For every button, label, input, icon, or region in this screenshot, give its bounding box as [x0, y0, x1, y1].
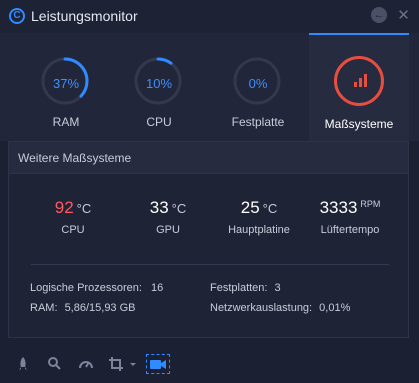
- tab-masssysteme[interactable]: Maßsysteme: [309, 33, 409, 141]
- metric-gpu-temp: 33 °C GPU: [120, 198, 216, 236]
- panel-header: Weitere Maßsysteme: [9, 142, 408, 174]
- processors-label: Logische Prozessoren:: [30, 282, 142, 294]
- tab-masssysteme-label: Maßsysteme: [324, 117, 394, 131]
- speedometer-icon[interactable]: [77, 356, 95, 372]
- tab-ram[interactable]: 37% RAM: [15, 33, 117, 141]
- tab-cpu[interactable]: 10% CPU: [108, 33, 210, 141]
- info-processors: Logische Prozessoren: 16: [30, 282, 163, 294]
- app-logo-icon: C: [9, 8, 25, 24]
- camera-icon[interactable]: [146, 354, 170, 374]
- network-value: 0,01%: [319, 302, 351, 314]
- gpu-temp-value: 33: [149, 198, 169, 217]
- panel-divider: [31, 264, 389, 265]
- disks-value: 3: [274, 282, 281, 294]
- ram-value: 5,86/15,93 GB: [64, 302, 136, 314]
- mainboard-temp-unit: °C: [262, 201, 278, 216]
- bar-chart-icon: [354, 74, 368, 87]
- cpu-temp-value: 92: [54, 198, 74, 217]
- gpu-temp-unit: °C: [171, 201, 187, 216]
- ram-percent: 37%: [52, 76, 80, 91]
- tab-cpu-label: CPU: [146, 115, 172, 129]
- ram-label: RAM:: [30, 302, 58, 314]
- processors-value: 16: [150, 282, 164, 294]
- info-ram: RAM: 5,86/15,93 GB: [30, 302, 136, 314]
- cpu-temp-unit: °C: [76, 201, 92, 216]
- gpu-temp-label: GPU: [156, 224, 180, 236]
- mainboard-temp-label: Hauptplatine: [228, 224, 290, 236]
- tab-bar: 37% RAM 10% CPU 0% Festplatte Maßsysteme: [0, 33, 419, 141]
- fan-speed-unit: RPM: [360, 199, 381, 209]
- search-icon[interactable]: [45, 356, 63, 372]
- fan-speed-value: 3333: [319, 198, 358, 217]
- crop-icon[interactable]: [108, 356, 138, 372]
- panel-title: Weitere Maßsysteme: [18, 151, 132, 165]
- fan-speed-label: Lüftertempo: [320, 224, 380, 236]
- title-bar: C Leistungsmonitor ← ✕: [0, 0, 419, 33]
- back-icon[interactable]: ←: [371, 7, 387, 23]
- window-title: Leistungsmonitor: [31, 8, 138, 24]
- metric-cpu-temp: 92 °C CPU: [25, 198, 121, 236]
- info-network: Netzwerkauslastung: 0,01%: [210, 302, 350, 314]
- mainboard-temp-value: 25: [240, 198, 260, 217]
- disks-label: Festplatten:: [210, 282, 268, 294]
- tab-festplatte-label: Festplatte: [231, 115, 285, 129]
- cpu-percent: 10%: [145, 76, 173, 91]
- close-icon[interactable]: ✕: [395, 7, 412, 24]
- network-label: Netzwerkauslastung:: [210, 302, 313, 314]
- info-disks: Festplatten: 3: [210, 282, 281, 294]
- cpu-temp-label: CPU: [61, 224, 85, 236]
- metric-fan-speed: 3333 RPM Lüftertempo: [299, 198, 401, 236]
- rocket-icon[interactable]: [14, 356, 32, 372]
- masssysteme-icon-ring: [334, 56, 384, 106]
- metrics-panel: Weitere Maßsysteme 92 °C CPU 33 °C GPU 25 °…: [8, 141, 409, 338]
- metric-mainboard-temp: 25 °C Hauptplatine: [211, 198, 307, 236]
- tab-festplatte[interactable]: 0% Festplatte: [207, 33, 309, 141]
- bottom-toolbar: [0, 345, 419, 383]
- tab-ram-label: RAM: [52, 115, 80, 129]
- disk-percent: 0%: [248, 76, 268, 91]
